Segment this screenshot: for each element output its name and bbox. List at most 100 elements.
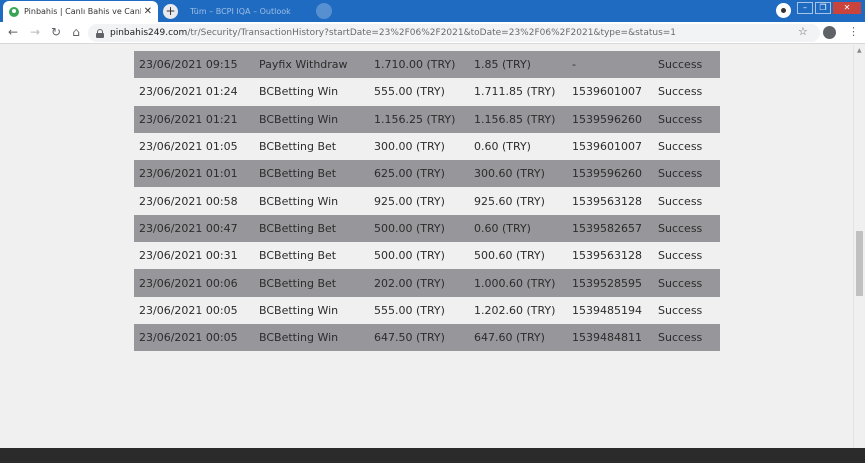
table-row: 23/06/2021 00:05 BCBetting Win 647.50 (TRY…	[134, 323, 720, 352]
transaction-reference: 1539582657	[572, 221, 642, 235]
table-row: 23/06/2021 09:15 Payfix Withdraw 1.710.00 …	[134, 51, 720, 79]
transaction-status: Success	[658, 249, 703, 263]
chrome-profile-icon[interactable]	[776, 3, 791, 18]
transaction-status: Success	[658, 58, 703, 72]
transaction-type: BCBetting Bet	[259, 167, 337, 181]
close-window-button[interactable]: ✕	[833, 2, 861, 14]
transaction-balance: 1.85 (TRY)	[474, 58, 531, 72]
transaction-date: 23/06/2021 01:05	[139, 140, 238, 154]
transaction-balance: 1.156.85 (TRY)	[474, 112, 556, 126]
site-favicon-icon	[9, 6, 19, 17]
transaction-amount: 647.50 (TRY)	[374, 331, 445, 345]
transaction-amount: 500.00 (TRY)	[374, 221, 445, 235]
transaction-balance: 647.60 (TRY)	[474, 331, 545, 345]
transaction-status: Success	[658, 140, 703, 154]
table-row: 23/06/2021 01:21 BCBetting Win 1.156.25 (T…	[134, 105, 720, 133]
tab-pinbahis[interactable]: Pinbahis | Canlı Bahis ve Canlı Ca ✕	[3, 1, 158, 22]
transaction-status: Success	[658, 85, 703, 99]
transaction-reference: 1539485194	[572, 303, 642, 317]
transaction-type: BCBetting Win	[259, 331, 339, 345]
table-row: 23/06/2021 00:31 BCBetting Bet 500.00 (TRY…	[134, 242, 720, 270]
table-row: 23/06/2021 00:58 BCBetting Win 925.00 (TRY…	[134, 187, 720, 215]
transaction-date: 23/06/2021 01:24	[139, 85, 238, 99]
tab-title-inactive: Tüm – BCPI IQA – Outlook	[190, 7, 291, 16]
url-path: /tr/Security/TransactionHistory?startDat…	[187, 28, 677, 38]
transaction-balance: 1.711.85 (TRY)	[474, 85, 556, 99]
transaction-date: 23/06/2021 00:47	[139, 221, 238, 235]
account-icon[interactable]	[823, 26, 836, 39]
transaction-balance: 0.60 (TRY)	[474, 140, 531, 154]
tab-outlook[interactable]: Tüm – BCPI IQA – Outlook	[182, 1, 312, 22]
browser-title-bar: Pinbahis | Canlı Bahis ve Canlı Ca ✕ + T…	[0, 0, 865, 22]
transaction-status: Success	[658, 331, 703, 345]
transaction-type: BCBetting Win	[259, 194, 339, 208]
transaction-balance: 925.60 (TRY)	[474, 194, 545, 208]
transaction-date: 23/06/2021 00:31	[139, 249, 238, 263]
transaction-type: BCBetting Win	[259, 303, 339, 317]
transaction-reference: 1539563128	[572, 249, 642, 263]
transaction-reference: 1539601007	[572, 85, 642, 99]
minimize-button[interactable]: –	[797, 2, 813, 14]
table-row: 23/06/2021 01:05 BCBetting Bet 300.00 (TRY…	[134, 132, 720, 161]
bookmark-star-icon[interactable]: ☆	[798, 25, 808, 38]
transaction-amount: 555.00 (TRY)	[374, 85, 445, 99]
new-tab-button[interactable]: +	[163, 4, 178, 19]
scroll-up-arrow-icon[interactable]: ▲	[857, 47, 862, 54]
transaction-status: Success	[658, 112, 703, 126]
transaction-date: 23/06/2021 00:05	[139, 331, 238, 345]
transaction-reference: 1539596260	[572, 167, 642, 181]
transaction-type: Payfix Withdraw	[259, 58, 348, 72]
restore-button[interactable]: ❐	[815, 2, 831, 14]
back-arrow-icon[interactable]: ←	[6, 25, 20, 39]
transaction-status: Success	[658, 167, 703, 181]
page-footer	[0, 448, 865, 463]
lock-icon[interactable]	[96, 28, 104, 38]
menu-dots-icon[interactable]: ⋮	[848, 25, 859, 38]
transaction-amount: 925.00 (TRY)	[374, 194, 445, 208]
transaction-status: Success	[658, 276, 703, 290]
transaction-reference: 1539601007	[572, 140, 642, 154]
transaction-balance: 500.60 (TRY)	[474, 249, 545, 263]
transaction-type: BCBetting Bet	[259, 140, 337, 154]
transaction-type: BCBetting Bet	[259, 276, 337, 290]
transaction-status: Success	[658, 221, 703, 235]
table-row: 23/06/2021 01:01 BCBetting Bet 625.00 (TRY…	[134, 160, 720, 188]
transaction-rows: 23/06/2021 09:15 Payfix Withdraw 1.710.00 …	[134, 51, 720, 352]
transaction-amount: 1.156.25 (TRY)	[374, 112, 456, 126]
transaction-amount: 625.00 (TRY)	[374, 167, 445, 181]
transaction-date: 23/06/2021 00:06	[139, 276, 238, 290]
table-row: 23/06/2021 01:24 BCBetting Win 555.00 (TRY…	[134, 78, 720, 106]
reload-icon[interactable]: ↻	[49, 25, 63, 39]
home-icon[interactable]: ⌂	[69, 25, 83, 39]
transaction-balance: 0.60 (TRY)	[474, 221, 531, 235]
vertical-scrollbar[interactable]: ▲	[853, 45, 865, 448]
forward-arrow-icon[interactable]: →	[28, 25, 42, 39]
page-viewport: 23/06/2021 09:15 Payfix Withdraw 1.710.00 …	[0, 45, 853, 448]
transaction-type: BCBetting Win	[259, 85, 339, 99]
transaction-balance: 1.000.60 (TRY)	[474, 276, 556, 290]
transaction-reference: 1539563128	[572, 194, 642, 208]
transaction-amount: 300.00 (TRY)	[374, 140, 445, 154]
tab-close-icon[interactable]: ✕	[144, 6, 152, 17]
table-row: 23/06/2021 00:06 BCBetting Bet 202.00 (TRY…	[134, 269, 720, 297]
transaction-status: Success	[658, 194, 703, 208]
transaction-balance: 1.202.60 (TRY)	[474, 303, 556, 317]
scrollbar-thumb[interactable]	[856, 231, 863, 296]
transaction-type: BCBetting Win	[259, 112, 339, 126]
tab-overflow-icon[interactable]	[316, 3, 332, 19]
transaction-reference: 1539596260	[572, 112, 642, 126]
transaction-type: BCBetting Bet	[259, 221, 337, 235]
transaction-type: BCBetting Bet	[259, 249, 337, 263]
browser-toolbar: ← → ↻ ⌂ pinbahis249.com/tr/Security/Tran…	[0, 22, 865, 44]
transaction-reference: -	[572, 58, 576, 72]
transaction-amount: 1.710.00 (TRY)	[374, 58, 456, 72]
tab-title: Pinbahis | Canlı Bahis ve Canlı Ca	[24, 7, 141, 16]
table-row: 23/06/2021 00:05 BCBetting Win 555.00 (TRY…	[134, 296, 720, 324]
transaction-history-table: 23/06/2021 09:15 Payfix Withdraw 1.710.00 …	[134, 51, 720, 352]
transaction-reference: 1539484811	[572, 331, 642, 345]
address-bar[interactable]: pinbahis249.com/tr/Security/TransactionH…	[88, 24, 820, 42]
transaction-date: 23/06/2021 01:01	[139, 167, 238, 181]
transaction-date: 23/06/2021 00:05	[139, 303, 238, 317]
url-host: pinbahis249.com	[110, 28, 188, 38]
transaction-amount: 202.00 (TRY)	[374, 276, 445, 290]
